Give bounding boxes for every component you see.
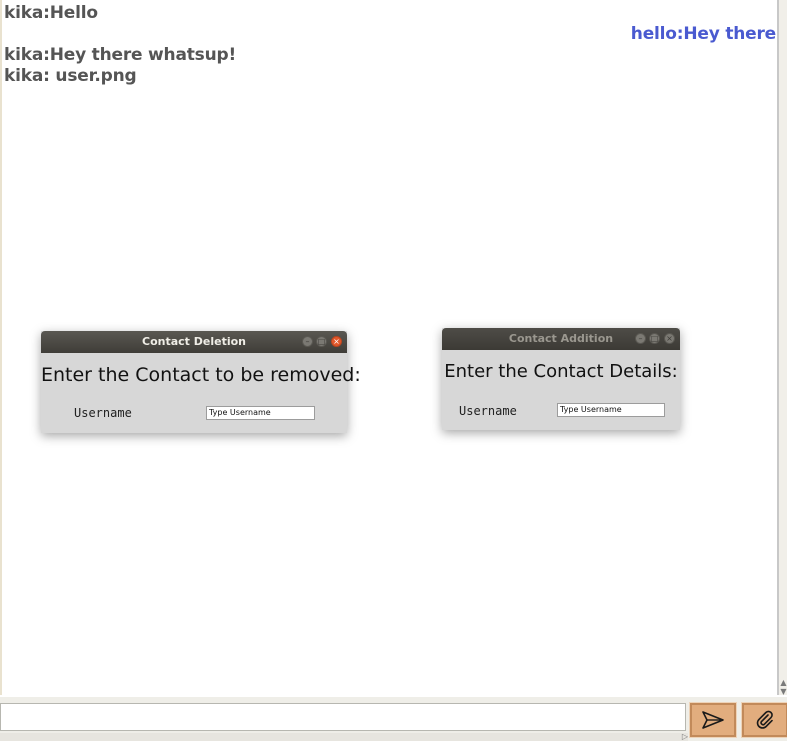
maximize-icon[interactable]: □ (649, 333, 660, 344)
username-field[interactable]: Type Username (206, 406, 315, 420)
message-input[interactable] (0, 703, 686, 731)
chat-message: kika:Hey there whatsup! (4, 45, 237, 65)
scroll-right-icon[interactable]: ▷ (682, 732, 688, 741)
contact-addition-dialog: Contact Addition – □ × Enter the Contact… (442, 328, 680, 430)
send-button[interactable] (689, 702, 737, 738)
username-label: Username (459, 404, 517, 418)
maximize-icon[interactable]: □ (316, 336, 327, 347)
username-field[interactable]: Type Username (557, 403, 665, 417)
chat-message: kika: user.png (4, 66, 137, 86)
horizontal-scrollbar[interactable]: ▷ (0, 732, 688, 741)
contact-deletion-dialog: Contact Deletion – □ × Enter the Contact… (41, 331, 361, 433)
minimize-icon[interactable]: – (635, 333, 646, 344)
chat-message: kika:Hello (4, 3, 98, 23)
scroll-up-icon[interactable]: ▲ (779, 678, 787, 687)
dialog-prompt: Enter the Contact Details: (444, 361, 678, 382)
attach-button[interactable] (741, 702, 787, 738)
scroll-down-icon[interactable]: ▼ (779, 687, 787, 696)
transcript-border (0, 0, 2, 695)
paperclip-icon (756, 710, 773, 729)
close-icon[interactable]: × (664, 333, 675, 344)
username-label: Username (74, 406, 132, 420)
vertical-scrollbar[interactable]: ▲ ▼ (778, 0, 787, 696)
minimize-icon[interactable]: – (302, 336, 313, 347)
dialog-prompt: Enter the Contact to be removed: (41, 364, 361, 386)
chat-message: hello:Hey there (630, 24, 776, 44)
send-icon (702, 711, 724, 729)
close-icon[interactable]: × (331, 336, 342, 347)
